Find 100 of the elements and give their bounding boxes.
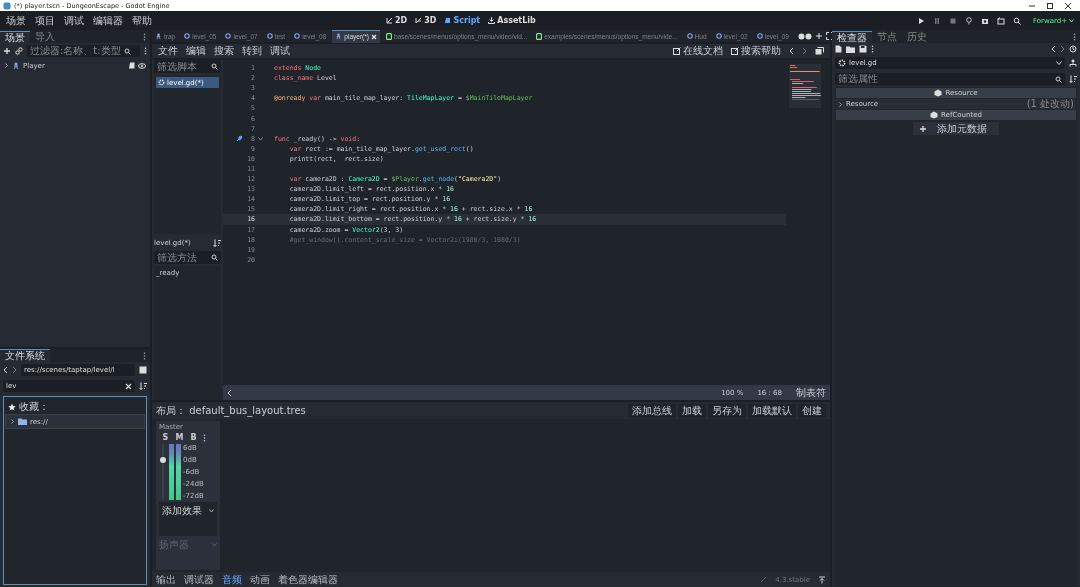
link-icon[interactable] xyxy=(15,47,23,55)
workspace-button[interactable]: 3D xyxy=(415,16,437,25)
clear-icon[interactable] xyxy=(125,382,132,390)
menu-item[interactable]: 转到 xyxy=(242,44,262,58)
property-filter-field[interactable]: 筛选属性 xyxy=(835,73,1065,85)
folder-icon[interactable] xyxy=(846,45,855,53)
bottom-panel-tab[interactable]: 着色器编辑器 xyxy=(278,572,338,587)
back-icon[interactable] xyxy=(3,366,8,374)
add-icon[interactable] xyxy=(3,47,11,55)
star-icon xyxy=(8,402,16,411)
new-resource-icon[interactable] xyxy=(835,45,842,53)
sort-icon[interactable] xyxy=(139,382,147,390)
fullscreen-icon[interactable] xyxy=(825,32,834,40)
add-metadata-button[interactable]: 添加元数据 xyxy=(913,122,999,135)
play-icon[interactable] xyxy=(917,16,925,25)
level-meter xyxy=(176,444,181,500)
workspace-button[interactable]: Script xyxy=(444,16,481,25)
bus-toggle[interactable]: B xyxy=(189,433,198,442)
visibility-icon[interactable] xyxy=(138,61,146,70)
bottom-panel-tab[interactable]: 输出 xyxy=(156,572,176,587)
external-link-icon xyxy=(673,47,681,55)
audio-toolbar-button[interactable]: 添加总线 xyxy=(628,403,676,418)
back-icon[interactable] xyxy=(789,47,794,55)
menu-item[interactable]: 项目 xyxy=(35,13,55,28)
caret-icon xyxy=(209,509,214,513)
change-count: (1 处改动) xyxy=(1026,97,1074,111)
search-icon xyxy=(211,63,218,70)
menu-item[interactable]: 文件 xyxy=(158,44,178,58)
menu-item[interactable]: 搜索 xyxy=(214,44,234,58)
maximize-icon[interactable] xyxy=(1046,1,1054,10)
character-icon xyxy=(335,33,343,40)
level-meter xyxy=(169,444,174,500)
ring-icon xyxy=(686,33,693,39)
more-icon[interactable] xyxy=(871,45,874,53)
ring-icon xyxy=(184,33,191,39)
bottom-panel-tab[interactable]: 动画 xyxy=(250,572,270,587)
audio-toolbar-button[interactable]: 加载 xyxy=(678,403,706,418)
dock-tab[interactable]: 导入 xyxy=(30,31,60,43)
movie-search-icon[interactable] xyxy=(1013,16,1021,25)
character-icon xyxy=(12,61,20,70)
search-icon xyxy=(211,254,218,261)
search-help-button[interactable]: 搜索帮助 xyxy=(731,44,781,58)
dock-tab[interactable]: 场景 xyxy=(0,31,30,43)
workspace-button[interactable]: AssetLib xyxy=(488,16,536,25)
more-icon[interactable] xyxy=(1073,32,1076,41)
sort-icon[interactable] xyxy=(1069,75,1077,83)
online-docs-button[interactable]: 在线文档 xyxy=(673,44,723,58)
more-icon[interactable] xyxy=(143,32,146,41)
bus-toggle[interactable]: M xyxy=(175,433,184,442)
ring-icon xyxy=(756,33,763,39)
gear-icon xyxy=(158,79,165,86)
bus-toggle[interactable]: S xyxy=(161,433,170,442)
indent-mode[interactable]: 制表符 xyxy=(796,385,826,400)
menu-item[interactable]: 调试 xyxy=(270,44,290,58)
menu-item[interactable]: 场景 xyxy=(6,13,26,28)
ring-icon xyxy=(294,33,301,39)
audio-toolbar-button[interactable]: 另存为 xyxy=(708,403,746,418)
menu-item[interactable]: 编辑 xyxy=(186,44,206,58)
filter-field[interactable]: 过滤器:名称、t:类型 xyxy=(27,45,140,57)
dock-tab[interactable]: 节点 xyxy=(872,31,902,43)
add-icon[interactable] xyxy=(814,32,823,40)
caret-icon xyxy=(1069,18,1074,23)
add-effect-item[interactable]: 添加效果 xyxy=(162,504,214,518)
more-icon[interactable] xyxy=(143,351,146,360)
script-filter-field[interactable]: 筛选脚本 xyxy=(154,60,221,73)
forward-icon[interactable] xyxy=(802,47,807,55)
back-icon[interactable] xyxy=(1051,45,1056,53)
search-icon xyxy=(123,47,131,55)
more-icon[interactable] xyxy=(203,433,206,442)
slider-thumb[interactable] xyxy=(160,456,166,463)
menu-item[interactable]: 编辑器 xyxy=(93,13,123,28)
menu-item[interactable]: 帮助 xyxy=(132,13,152,28)
audio-toolbar-button[interactable]: 创建 xyxy=(798,403,826,418)
cube-icon xyxy=(930,111,939,119)
dock-tab[interactable]: 检查器 xyxy=(832,31,872,43)
sort-icon[interactable] xyxy=(213,238,221,247)
bottom-panel-tab[interactable]: 调试器 xyxy=(184,572,214,587)
method-filter-field[interactable]: 筛选方法 xyxy=(154,251,221,264)
audio-toolbar-button[interactable]: 加载默认 xyxy=(748,403,796,418)
save-icon[interactable] xyxy=(859,45,867,53)
ring-icon xyxy=(715,33,722,39)
cube-icon xyxy=(934,89,943,97)
pin-panel-icon[interactable] xyxy=(818,575,826,584)
dock-tab[interactable]: 历史 xyxy=(902,31,932,43)
add-icon xyxy=(919,124,927,133)
stop-icon[interactable] xyxy=(949,16,957,25)
panel-toggle-icon[interactable] xyxy=(815,47,824,55)
effects-list[interactable]: 添加效果 xyxy=(159,502,217,536)
history-icon[interactable] xyxy=(1069,45,1077,53)
download-icon xyxy=(488,17,496,24)
bottom-panel-tab[interactable]: 音频 xyxy=(222,572,242,587)
menu-item[interactable]: 调试 xyxy=(64,13,84,28)
minimap-drawing[interactable] xyxy=(789,64,821,108)
dock-tab[interactable]: 文件系统 xyxy=(0,349,50,362)
workspace-button[interactable]: 2D xyxy=(386,16,408,25)
close-icon[interactable] xyxy=(1064,1,1072,10)
pause-icon[interactable] xyxy=(933,16,941,25)
more-icon[interactable] xyxy=(144,47,147,55)
layout-toggle-icon[interactable] xyxy=(139,366,147,374)
script-icon[interactable] xyxy=(128,61,135,70)
